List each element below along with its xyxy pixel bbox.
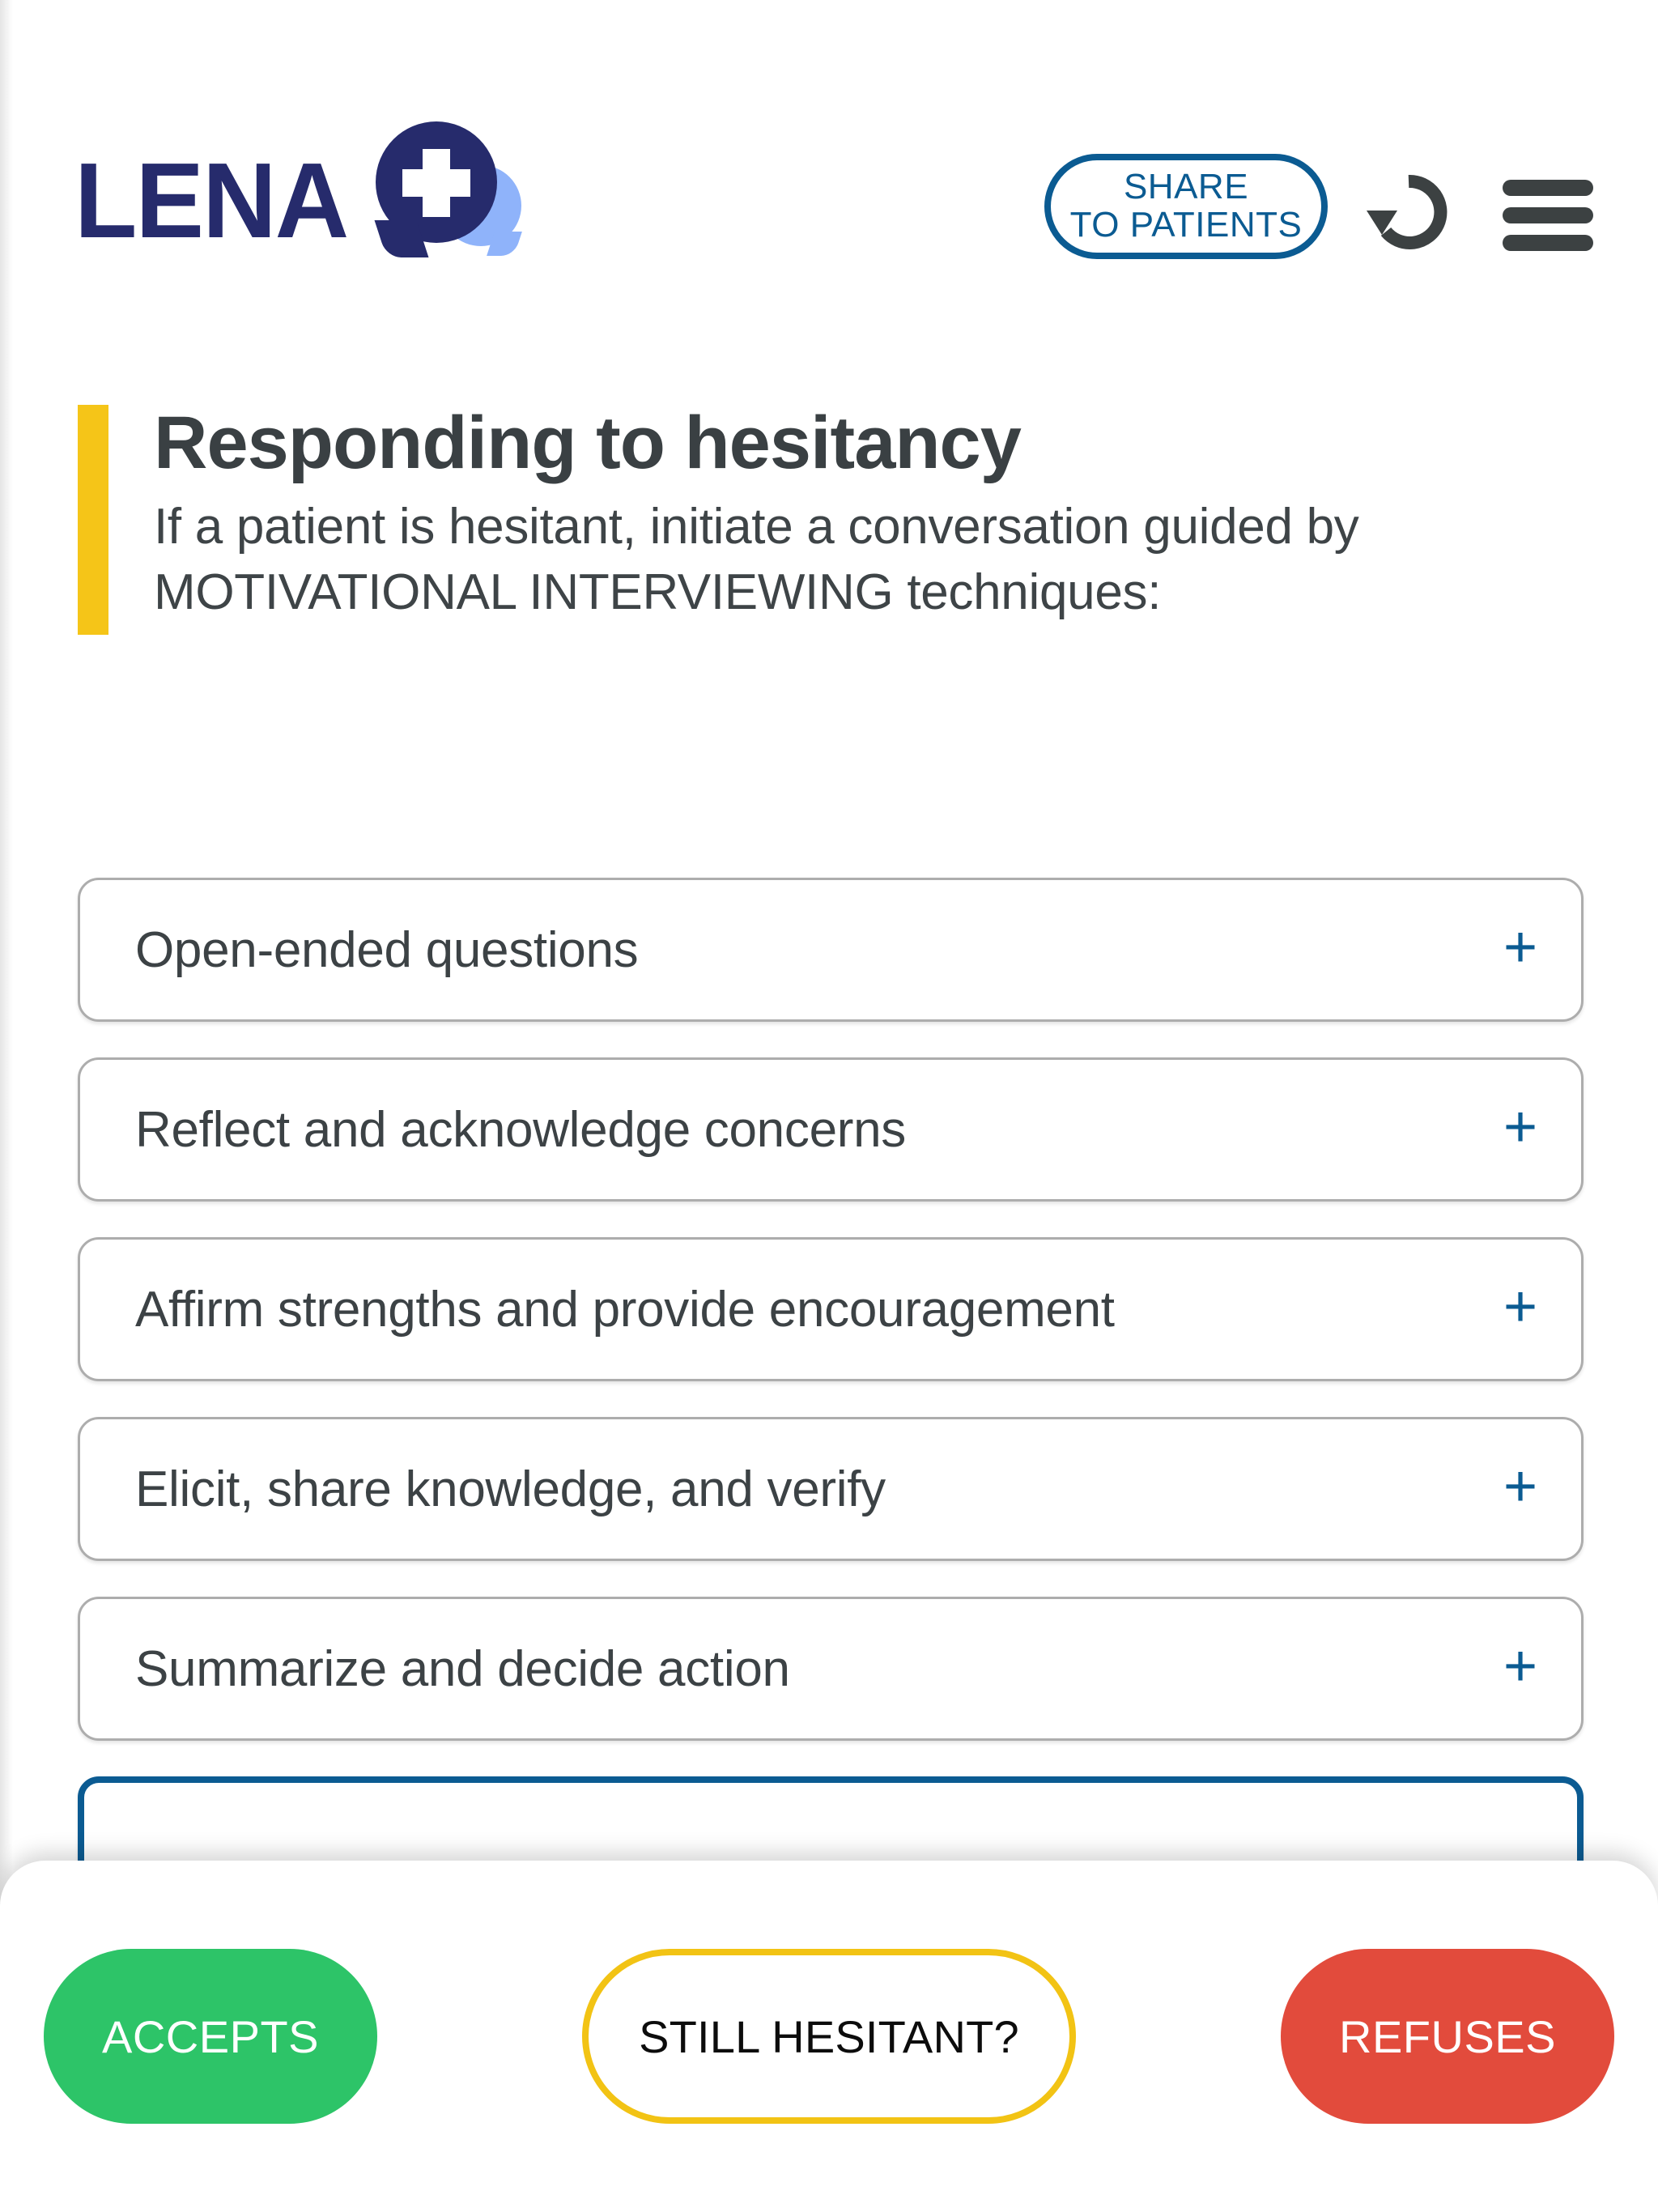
bottom-action-bar: ACCEPTS STILL HESITANT? REFUSES (0, 1861, 1658, 2212)
accordion-item-label: Reflect and acknowledge concerns (135, 1101, 906, 1158)
technique-accordion-list: Open-ended questions + Reflect and ackno… (78, 878, 1584, 1956)
app-header: LENA SHARE TO PATIENTS (0, 0, 1658, 300)
accordion-item-label: Summarize and decide action (135, 1640, 790, 1697)
accordion-item-label: Affirm strengths and provide encourageme… (135, 1281, 1115, 1338)
accordion-item-label: Open-ended questions (135, 921, 639, 978)
lena-logo[interactable]: LENA (74, 115, 528, 261)
logo-medical-cross-icon-bar (402, 169, 470, 197)
lena-logo-wordmark: LENA (74, 141, 349, 260)
plus-icon[interactable]: + (1460, 918, 1581, 981)
title-accent-bar (78, 405, 108, 635)
accordion-item-open-ended-questions[interactable]: Open-ended questions + (78, 878, 1584, 1022)
hamburger-menu-icon-bar-3 (1503, 235, 1593, 251)
hamburger-menu-icon-bar-2 (1503, 207, 1593, 223)
plus-icon[interactable]: + (1460, 1457, 1581, 1521)
app-root: LENA SHARE TO PATIENTS Responding to hes… (0, 0, 1658, 2212)
refuses-button[interactable]: REFUSES (1281, 1949, 1614, 2124)
page-title: Responding to hesitancy (154, 402, 1022, 484)
accordion-item-affirm-strengths[interactable]: Affirm strengths and provide encourageme… (78, 1237, 1584, 1381)
still-hesitant-button[interactable]: STILL HESITANT? (582, 1949, 1076, 2124)
restart-button[interactable] (1362, 168, 1457, 257)
plus-icon[interactable]: + (1460, 1278, 1581, 1341)
accordion-item-label: Elicit, share knowledge, and verify (135, 1461, 886, 1517)
accordion-item-elicit-share-verify[interactable]: Elicit, share knowledge, and verify + (78, 1417, 1584, 1561)
hamburger-menu-icon-bar-1 (1503, 180, 1593, 196)
accordion-item-reflect-acknowledge[interactable]: Reflect and acknowledge concerns + (78, 1057, 1584, 1202)
share-to-patients-button[interactable]: SHARE TO PATIENTS (1044, 154, 1328, 259)
page-subtitle: If a patient is hesitant, initiate a con… (154, 499, 1359, 620)
share-button-line-1: SHARE (1123, 167, 1249, 207)
plus-icon[interactable]: + (1460, 1098, 1581, 1161)
plus-icon[interactable]: + (1460, 1637, 1581, 1700)
accepts-button[interactable]: ACCEPTS (44, 1949, 377, 2124)
accordion-item-summarize-decide[interactable]: Summarize and decide action + (78, 1597, 1584, 1741)
title-text-wrapper: Responding to hesitancy If a patient is … (154, 402, 1514, 626)
menu-button[interactable] (1503, 180, 1593, 251)
restart-arrow-icon (1367, 174, 1448, 249)
share-button-line-2: TO PATIENTS (1069, 205, 1303, 245)
